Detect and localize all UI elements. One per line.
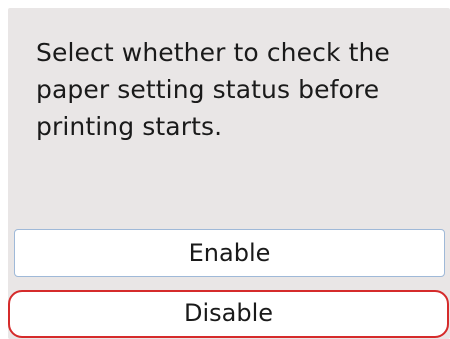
- enable-option-button[interactable]: Enable: [14, 229, 445, 277]
- instruction-message: Select whether to check the paper settin…: [36, 38, 390, 141]
- disable-option-button[interactable]: Disable: [8, 290, 449, 338]
- enable-option-label: Enable: [188, 238, 271, 267]
- disable-option-label: Disable: [183, 299, 274, 327]
